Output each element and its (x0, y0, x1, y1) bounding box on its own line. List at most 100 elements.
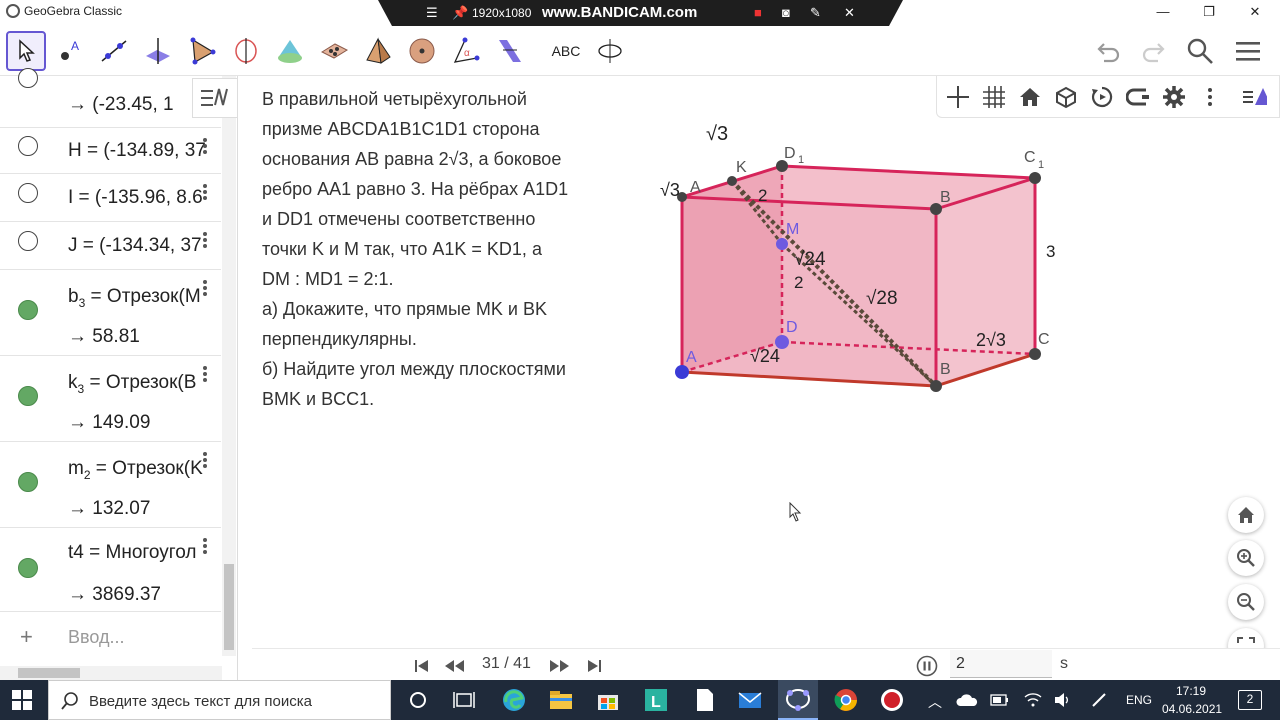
grid-toggle-button[interactable] (981, 84, 1007, 110)
clipping-button[interactable] (1125, 84, 1151, 110)
battery-icon[interactable] (990, 693, 1010, 707)
plane-tool-button[interactable] (314, 31, 354, 71)
angle-tool-button[interactable]: α (446, 31, 486, 71)
more-options-icon[interactable] (203, 536, 207, 556)
point-C[interactable] (1029, 348, 1041, 360)
language-indicator[interactable]: ENG (1126, 693, 1152, 707)
volume-icon[interactable] (1054, 692, 1072, 708)
menu-icon[interactable]: ☰ (426, 5, 438, 21)
algebra-input[interactable]: Ввод... (68, 627, 125, 648)
cortana-icon[interactable] (404, 686, 432, 714)
horizontal-scrollbar[interactable] (0, 666, 222, 680)
algebra-row[interactable]: m2 = Отрезок(K → 132.07 (0, 442, 221, 528)
more-options-icon[interactable] (203, 364, 207, 384)
search-button[interactable] (1180, 31, 1220, 71)
visibility-toggle[interactable] (18, 231, 38, 251)
last-slide-icon[interactable] (586, 659, 602, 673)
algebra-row[interactable]: b3 = Отрезок(M → 58.81 (0, 270, 221, 356)
zoom-in-button[interactable] (1228, 540, 1264, 576)
clock-time[interactable]: 17:19 (1176, 684, 1206, 698)
file-explorer-icon[interactable] (547, 686, 575, 714)
cone-tool-button[interactable] (270, 31, 310, 71)
app-l-icon[interactable]: L (642, 686, 670, 714)
point-A[interactable] (675, 365, 689, 379)
visibility-toggle[interactable] (18, 558, 38, 578)
undo-button[interactable] (1088, 31, 1128, 71)
settings-button[interactable] (1161, 84, 1187, 110)
visibility-toggle[interactable] (18, 300, 38, 320)
onedrive-icon[interactable] (956, 692, 978, 708)
algebra-row[interactable]: → (-23.45, 1 (0, 48, 221, 128)
circle-tool-button[interactable] (226, 31, 266, 71)
more-options-icon[interactable] (203, 136, 207, 156)
more-options-icon[interactable] (203, 278, 207, 298)
standard-view-button[interactable] (1017, 84, 1043, 110)
visibility-toggle[interactable] (18, 68, 38, 88)
windows-start-icon[interactable] (12, 690, 40, 718)
more-options-button[interactable] (1197, 84, 1223, 110)
close-button[interactable]: ✕ (1240, 2, 1270, 22)
standard-view-float-button[interactable] (1228, 497, 1264, 533)
algebra-input-row[interactable]: + Ввод... (0, 612, 221, 662)
redo-button[interactable] (1134, 31, 1174, 71)
scrollbar-thumb[interactable] (224, 564, 234, 650)
pyramid-tool-button[interactable] (358, 31, 398, 71)
toggle-view-button[interactable] (1241, 84, 1267, 110)
close-icon[interactable]: ✕ (844, 5, 855, 21)
document-icon[interactable] (690, 686, 718, 714)
rotate-view-tool-button[interactable] (590, 31, 630, 71)
axes-toggle-button[interactable] (945, 84, 971, 110)
speed-input[interactable] (950, 650, 1052, 678)
zoom-out-button[interactable] (1228, 584, 1264, 620)
point-C1[interactable] (1029, 172, 1041, 184)
visibility-toggle[interactable] (18, 183, 38, 203)
algebra-row[interactable]: k3 = Отрезок(B → 149.09 (0, 356, 221, 442)
record-stop-icon[interactable]: ■ (754, 5, 762, 20)
point-B[interactable] (930, 380, 942, 392)
algebra-row[interactable]: H = (-134.89, 37 (0, 128, 221, 174)
geogebra-taskbar-button[interactable] (778, 680, 818, 720)
show-hidden-icons-icon[interactable]: ︿ (928, 692, 942, 712)
task-view-icon[interactable] (450, 686, 478, 714)
pin-icon[interactable]: 📌 (452, 5, 468, 21)
main-menu-button[interactable] (1228, 31, 1268, 71)
algebra-row[interactable]: t4 = Многоугол → 3869.37 (0, 528, 221, 612)
visibility-toggle[interactable] (18, 472, 38, 492)
first-slide-icon[interactable] (414, 659, 430, 673)
edge-browser-icon[interactable] (500, 686, 528, 714)
more-options-icon[interactable] (203, 182, 207, 202)
prism-figure[interactable]: A B C D A B C 1 D 1 K M √3 √3 2 2 3 √24 … (640, 110, 1080, 410)
view-cube-button[interactable] (1053, 84, 1079, 110)
clock-date[interactable]: 04.06.2021 (1162, 702, 1222, 716)
sphere-tool-button[interactable] (402, 31, 442, 71)
more-options-icon[interactable] (203, 230, 207, 250)
toggle-style-bar-button[interactable] (192, 78, 238, 118)
taskbar-search-box[interactable]: Введите здесь текст для поиска (48, 680, 391, 720)
camera-icon[interactable]: ◙ (782, 5, 790, 20)
minimize-button[interactable]: — (1148, 2, 1178, 22)
maximize-button[interactable]: ❐ (1194, 2, 1224, 22)
add-icon[interactable]: + (20, 624, 33, 650)
vertical-scrollbar[interactable] (222, 76, 236, 656)
point-M[interactable] (776, 238, 788, 250)
notification-center-icon[interactable]: 2 (1238, 690, 1262, 710)
reflect-tool-button[interactable] (490, 31, 530, 71)
wifi-icon[interactable] (1024, 692, 1042, 708)
rotate-view-button[interactable] (1089, 84, 1115, 110)
text-tool-button[interactable]: ABC (546, 31, 586, 71)
record-app-icon[interactable] (878, 686, 906, 714)
scrollbar-thumb[interactable] (18, 668, 80, 678)
more-options-icon[interactable] (203, 450, 207, 470)
visibility-toggle[interactable] (18, 136, 38, 156)
pause-icon[interactable] (916, 655, 938, 677)
pencil-icon[interactable]: ✎ (810, 5, 821, 21)
previous-slide-icon[interactable] (444, 659, 466, 673)
point-K[interactable] (727, 176, 737, 186)
chrome-icon[interactable] (832, 686, 860, 714)
pen-icon[interactable] (1090, 692, 1108, 708)
visibility-toggle[interactable] (18, 386, 38, 406)
algebra-row[interactable]: J = (-134.34, 37 (0, 222, 221, 270)
mail-icon[interactable] (736, 686, 764, 714)
store-icon[interactable] (594, 686, 622, 714)
algebra-row[interactable]: I = (-135.96, 8.6 (0, 174, 221, 222)
